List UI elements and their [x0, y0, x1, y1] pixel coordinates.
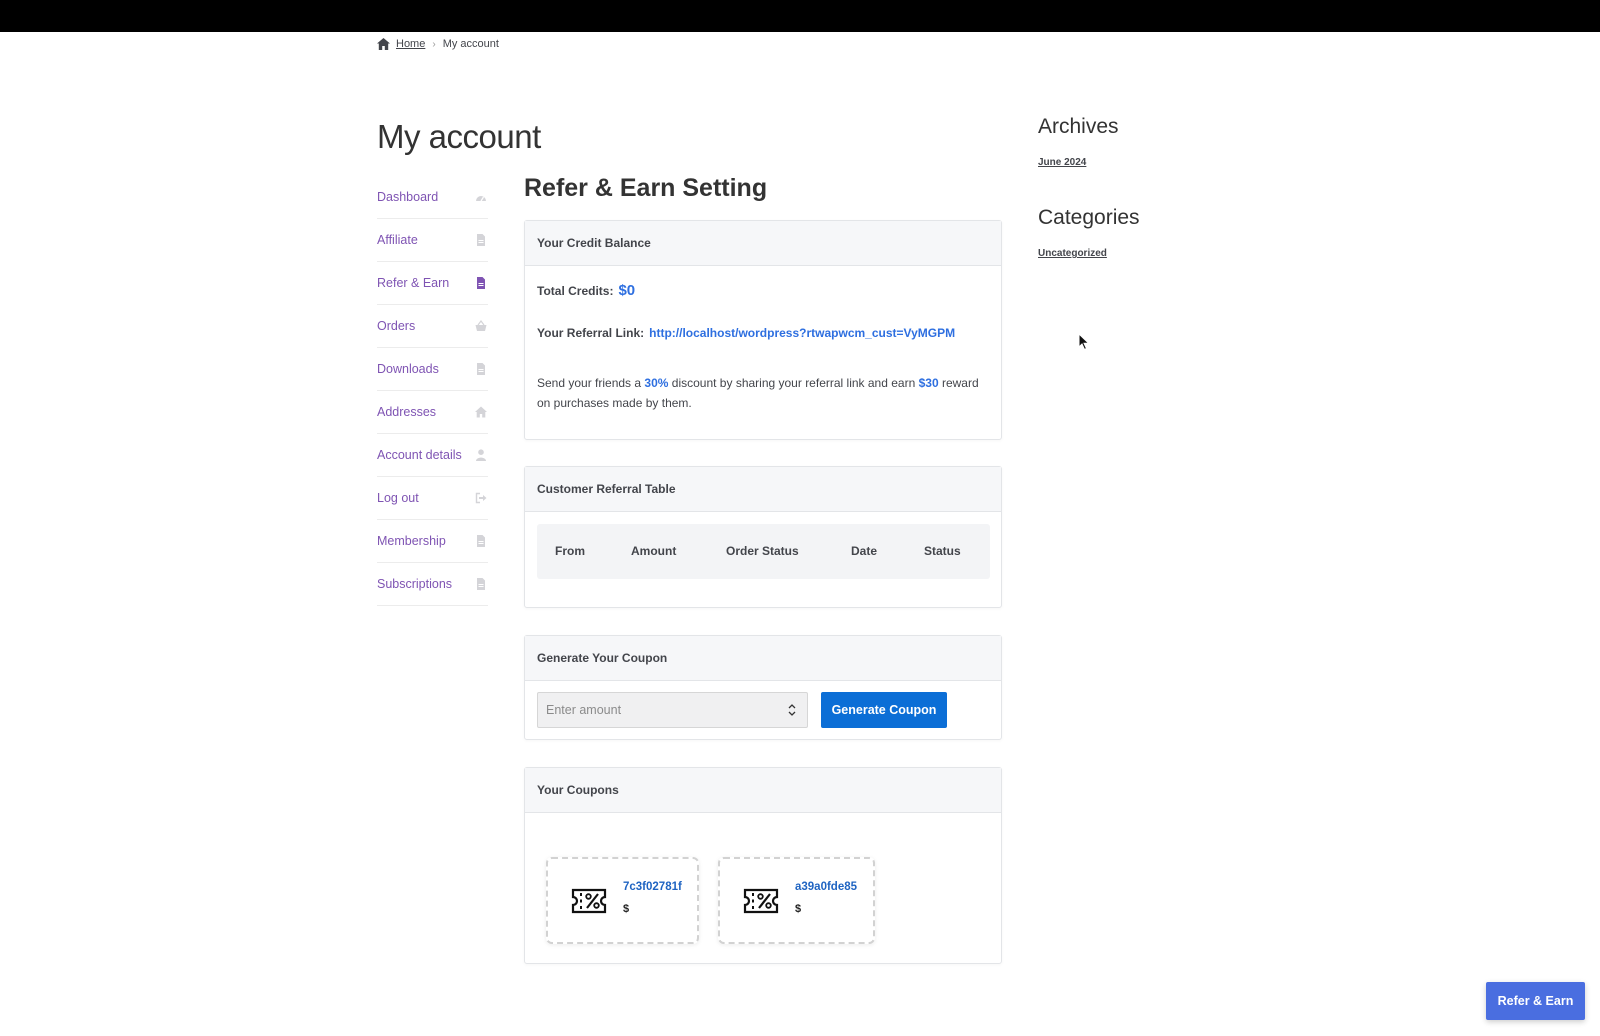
coupon-amount: $: [623, 903, 630, 915]
coupon-item[interactable]: 7c3f02781f $: [546, 857, 699, 944]
column-amount: Amount: [631, 544, 677, 558]
account-navigation: Dashboard Affiliate Refer & Earn Orders …: [377, 176, 488, 606]
nav-item-downloads[interactable]: Downloads: [377, 348, 488, 391]
card-header: Customer Referral Table: [525, 467, 1001, 512]
nav-item-label: Membership: [377, 534, 446, 548]
nav-item-label: Log out: [377, 491, 419, 505]
file-icon: [475, 277, 487, 289]
nav-item-dashboard[interactable]: Dashboard: [377, 176, 488, 219]
coupon-percent-icon: [570, 887, 608, 915]
your-coupons-card: Your Coupons 7c3f02781f $ a39a0fde85 $: [524, 767, 1002, 964]
nav-item-label: Addresses: [377, 405, 437, 419]
page-title: My account: [377, 118, 541, 155]
card-header: Your Credit Balance: [525, 221, 1001, 266]
sidebar: Archives June 2024 Categories Uncategori…: [1038, 115, 1238, 261]
nav-item-label: Dashboard: [377, 190, 439, 204]
referral-promo-text: Send your friends a 30% discount by shar…: [537, 373, 987, 413]
stepper-arrows-icon[interactable]: [787, 702, 797, 718]
coupon-code: a39a0fde85: [795, 881, 858, 893]
nav-item-label: Refer & Earn: [377, 276, 450, 290]
promo-text-middle: discount by sharing your referral link a…: [671, 376, 916, 390]
referral-link[interactable]: http://localhost/wordpress?rtwapwcm_cust…: [649, 326, 955, 340]
archives-title: Archives: [1038, 115, 1119, 138]
credit-balance-card: Your Credit Balance Total Credits: $0 Yo…: [524, 220, 1002, 440]
dashboard-icon: [475, 191, 487, 203]
nav-item-orders[interactable]: Orders: [377, 305, 488, 348]
nav-item-label: Downloads: [377, 362, 439, 376]
total-credits-value: $0: [618, 282, 636, 299]
nav-item-log-out[interactable]: Log out: [377, 477, 488, 520]
column-order-status: Order Status: [726, 544, 799, 558]
home-icon: [475, 406, 487, 418]
archive-link-june-2024[interactable]: June 2024: [1038, 157, 1086, 168]
amount-input[interactable]: [537, 692, 808, 728]
user-icon: [475, 449, 487, 461]
nav-item-refer-earn[interactable]: Refer & Earn: [377, 262, 488, 305]
file-icon: [475, 535, 487, 547]
total-credits-label: Total Credits:: [537, 283, 614, 298]
nav-item-label: Orders: [377, 319, 416, 333]
category-link-uncategorized[interactable]: Uncategorized: [1038, 248, 1107, 259]
basket-icon: [475, 320, 487, 332]
refer-earn-content: Refer & Earn Setting Your Credit Balance…: [524, 174, 1002, 964]
breadcrumb-separator: ›: [432, 38, 436, 50]
file-icon: [475, 234, 487, 246]
home-icon: [377, 38, 390, 50]
nav-item-label: Subscriptions: [377, 577, 453, 591]
nav-item-account-details[interactable]: Account details: [377, 434, 488, 477]
coupon-item[interactable]: a39a0fde85 $: [718, 857, 875, 944]
generate-coupon-card: Generate Your Coupon Generate Coupon: [524, 635, 1002, 740]
card-header: Generate Your Coupon: [525, 636, 1001, 681]
logout-icon: [475, 492, 487, 504]
nav-item-affiliate[interactable]: Affiliate: [377, 219, 488, 262]
generate-coupon-button[interactable]: Generate Coupon: [821, 692, 947, 728]
nav-item-label: Affiliate: [377, 233, 418, 247]
referral-link-label: Your Referral Link:: [537, 326, 645, 340]
nav-item-subscriptions[interactable]: Subscriptions: [377, 563, 488, 606]
referral-table-card: Customer Referral Table From Amount Orde…: [524, 466, 1002, 608]
card-header: Your Coupons: [525, 768, 1001, 813]
mouse-cursor-icon: [1078, 332, 1090, 351]
nav-item-label: Account details: [377, 448, 462, 462]
promo-discount: 30%: [644, 376, 669, 390]
referral-table-header: From Amount Order Status Date Status: [537, 524, 990, 579]
file-icon: [475, 363, 487, 375]
total-credits-row: Total Credits: $0: [537, 282, 635, 299]
nav-item-addresses[interactable]: Addresses: [377, 391, 488, 434]
breadcrumb-home-link[interactable]: Home: [396, 38, 425, 50]
categories-title: Categories: [1038, 206, 1140, 229]
coupon-code: 7c3f02781f: [623, 881, 682, 893]
promo-text-start: Send your friends a: [537, 376, 642, 390]
nav-item-membership[interactable]: Membership: [377, 520, 488, 563]
referral-link-row: Your Referral Link: http://localhost/wor…: [537, 326, 955, 340]
section-title: Refer & Earn Setting: [524, 174, 768, 202]
column-status: Status: [924, 544, 961, 558]
column-from: From: [555, 544, 585, 558]
file-icon: [475, 578, 487, 590]
top-bar: [0, 0, 1600, 32]
column-date: Date: [851, 544, 878, 558]
promo-reward: $30: [918, 376, 939, 390]
coupon-amount: $: [795, 903, 802, 915]
refer-earn-floating-button[interactable]: Refer & Earn: [1486, 982, 1585, 1020]
breadcrumb-current: My account: [442, 38, 499, 50]
breadcrumb: Home › My account: [377, 36, 499, 52]
coupon-percent-icon: [742, 887, 780, 915]
